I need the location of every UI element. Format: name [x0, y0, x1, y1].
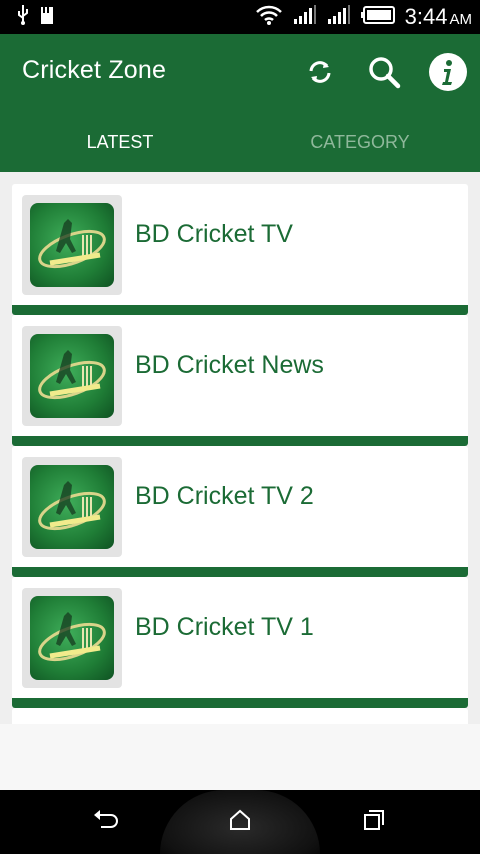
list-item[interactable]: BD Cricket TV 1 [12, 577, 468, 708]
tab-category[interactable]: CATEGORY [240, 122, 480, 170]
recents-icon [362, 808, 386, 837]
card-divider [12, 567, 468, 577]
back-button[interactable] [88, 806, 124, 838]
signal-icon [327, 4, 351, 30]
status-time: 3:44 AM [404, 4, 473, 29]
info-icon [428, 52, 468, 97]
list-item[interactable]: BD Cricket TV [12, 184, 468, 315]
status-right-icons: 3:44 AM [255, 4, 472, 30]
home-button[interactable] [222, 806, 258, 838]
channel-title: BD Cricket News [135, 351, 324, 379]
info-button[interactable] [428, 52, 468, 97]
list-footer-space [0, 724, 480, 790]
channel-thumbnail [22, 457, 122, 557]
list-item[interactable]: BD Cricket News [12, 315, 468, 446]
list-item[interactable]: BD Cricket TV 2 [12, 446, 468, 577]
home-icon [228, 808, 252, 837]
refresh-button[interactable] [300, 54, 340, 94]
cricket-logo-icon [30, 203, 114, 287]
cricket-logo-icon [30, 334, 114, 418]
refresh-icon [305, 57, 335, 92]
sd-card-icon [40, 5, 54, 30]
wifi-icon [255, 4, 283, 31]
status-ampm: AM [449, 11, 473, 28]
channel-title: BD Cricket TV [135, 220, 293, 248]
channel-list: BD Cricket TV BD Cricket News BD Cricket… [12, 184, 468, 728]
back-icon [93, 809, 119, 836]
search-button[interactable] [364, 54, 404, 94]
app-title: Cricket Zone [22, 56, 167, 84]
signal-icon [293, 4, 317, 30]
card-divider [12, 698, 468, 708]
search-icon [367, 55, 401, 94]
channel-title: BD Cricket TV 2 [135, 482, 314, 510]
cricket-logo-icon [30, 465, 114, 549]
tab-latest[interactable]: LATEST [0, 122, 240, 170]
status-left-icons [16, 4, 54, 30]
tab-bar: LATEST CATEGORY [0, 122, 480, 170]
card-divider [12, 436, 468, 446]
app-bar: Cricket Zone LATEST CATEGORY [0, 34, 480, 172]
battery-icon [360, 5, 395, 29]
recents-button[interactable] [356, 806, 392, 838]
usb-icon [16, 4, 30, 30]
channel-thumbnail [22, 195, 122, 295]
cricket-logo-icon [30, 596, 114, 680]
channel-thumbnail [22, 588, 122, 688]
status-bar: 3:44 AM [0, 0, 480, 34]
system-nav-bar [0, 790, 480, 854]
card-divider [12, 305, 468, 315]
channel-title: BD Cricket TV 1 [135, 613, 314, 641]
channel-thumbnail [22, 326, 122, 426]
